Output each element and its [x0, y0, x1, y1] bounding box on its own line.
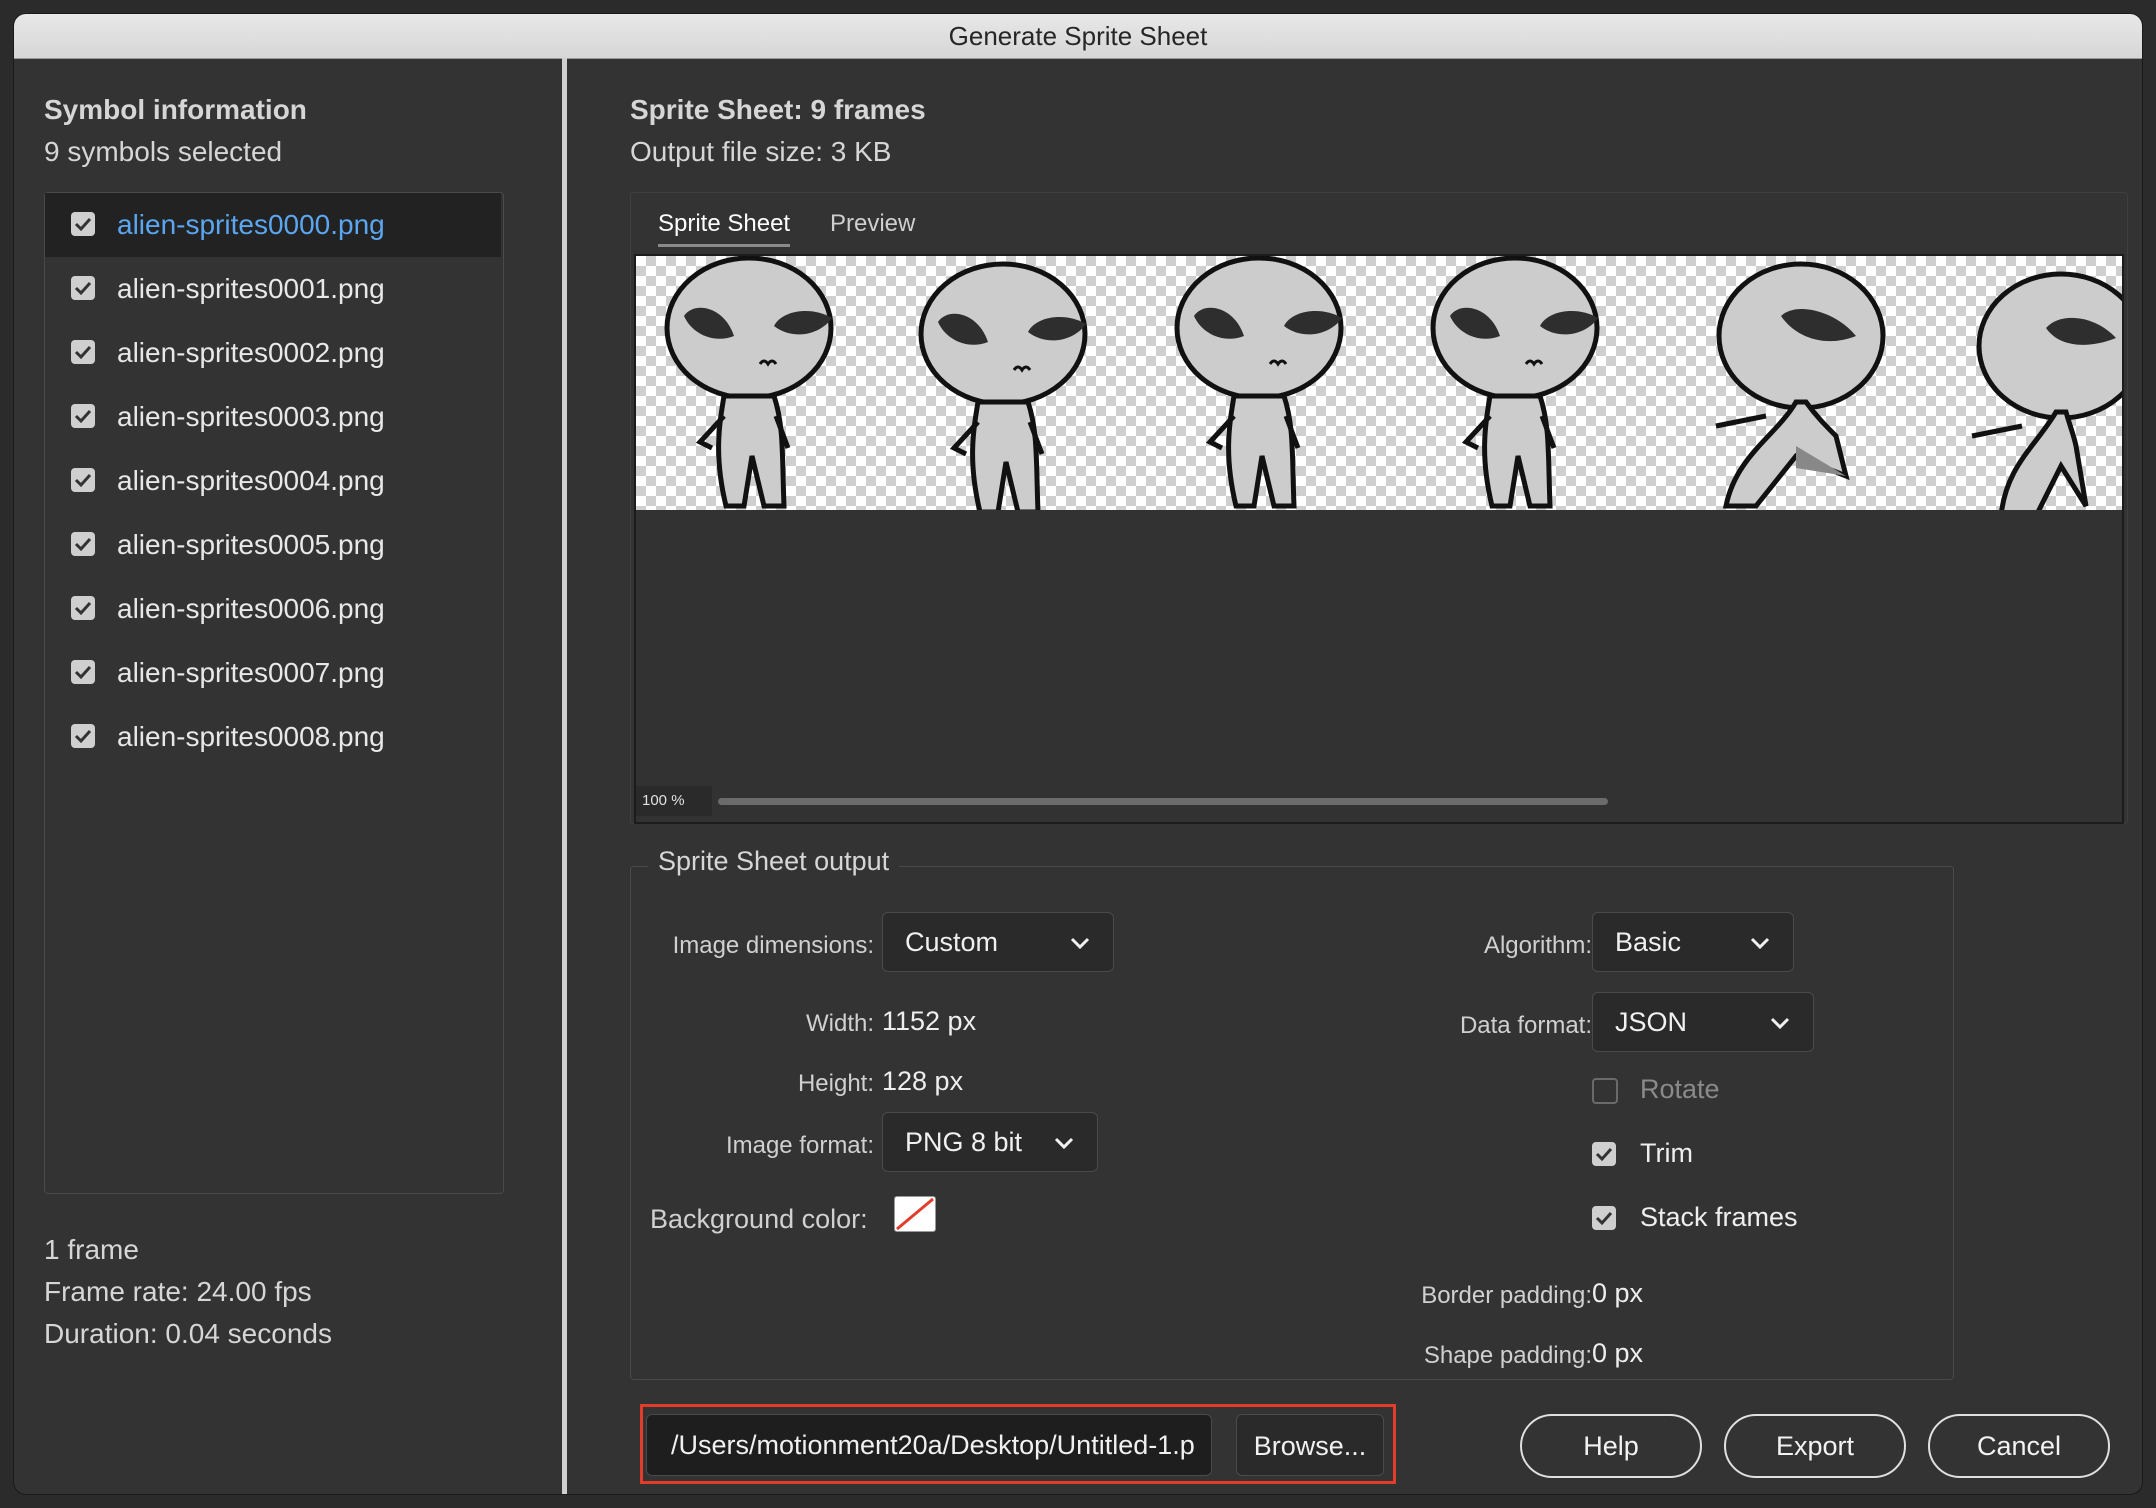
sprite-sheet-output-title: Sprite Sheet output — [648, 846, 900, 877]
list-item-label: alien-sprites0004.png — [117, 465, 385, 496]
checkbox-checked-icon[interactable] — [71, 532, 95, 556]
list-item[interactable]: alien-sprites0007.png — [45, 641, 501, 705]
list-item[interactable]: alien-sprites0006.png — [45, 577, 501, 641]
chevron-down-icon — [1769, 1013, 1791, 1038]
checkbox-checked-icon[interactable] — [71, 404, 95, 428]
rotate-checkbox[interactable] — [1592, 1078, 1618, 1104]
chevron-down-icon — [1069, 933, 1091, 958]
data-format-label: Data format: — [1459, 1012, 1592, 1039]
list-item[interactable]: alien-sprites0005.png — [45, 513, 501, 577]
image-format-dropdown[interactable]: PNG 8 bit — [882, 1112, 1098, 1172]
height-label: Height: — [797, 1070, 874, 1097]
tab-preview[interactable]: Preview — [830, 210, 915, 238]
checkbox-checked-icon[interactable] — [71, 468, 95, 492]
image-format-value: PNG 8 bit — [905, 1127, 1023, 1157]
list-item[interactable]: alien-sprites0000.png — [45, 193, 501, 257]
border-padding-label: Border padding: — [1421, 1282, 1592, 1309]
image-dimensions-value: Custom — [905, 927, 999, 957]
trim-checkbox[interactable] — [1592, 1142, 1616, 1166]
list-item[interactable]: alien-sprites0008.png — [45, 705, 501, 769]
chevron-down-icon — [1053, 1133, 1075, 1158]
symbol-info-heading: Symbol information — [44, 94, 307, 125]
image-dimensions-label: Image dimensions: — [672, 932, 874, 959]
horizontal-scrollbar[interactable] — [718, 798, 1608, 805]
rotate-label: Rotate — [1640, 1074, 1720, 1104]
list-item-label: alien-sprites0005.png — [117, 529, 385, 560]
list-item-label: alien-sprites0000.png — [117, 209, 385, 240]
sprite-canvas[interactable]: 100 % — [634, 254, 2124, 824]
frame-count-text: 1 frame — [44, 1234, 139, 1265]
algorithm-value: Basic — [1615, 927, 1682, 957]
symbols-selected-text: 9 symbols selected — [44, 136, 283, 167]
checkbox-checked-icon[interactable] — [71, 340, 95, 364]
list-item-label: alien-sprites0003.png — [117, 401, 385, 432]
image-dimensions-dropdown[interactable]: Custom — [882, 912, 1114, 972]
window-title: Generate Sprite Sheet — [14, 14, 2142, 59]
help-button[interactable]: Help — [1520, 1414, 1702, 1478]
list-item-label: alien-sprites0007.png — [117, 657, 385, 688]
highlight-box — [640, 1404, 1396, 1484]
checkbox-checked-icon[interactable] — [71, 724, 95, 748]
alien-sprites-image — [636, 256, 2122, 510]
background-color-label: Background color: — [650, 1204, 868, 1234]
list-item[interactable]: alien-sprites0003.png — [45, 385, 501, 449]
data-format-dropdown[interactable]: JSON — [1592, 992, 1814, 1052]
list-item-label: alien-sprites0002.png — [117, 337, 385, 368]
dialog-window: Generate Sprite Sheet Symbol information… — [14, 14, 2142, 1494]
output-file-size: Output file size: 3 KB — [630, 136, 892, 167]
shape-padding-label: Shape padding: — [1423, 1342, 1592, 1369]
chevron-down-icon — [1749, 933, 1771, 958]
export-button[interactable]: Export — [1724, 1414, 1906, 1478]
shape-padding-value[interactable]: 0 px — [1592, 1338, 1643, 1369]
sprite-sheet-heading: Sprite Sheet: 9 frames — [630, 94, 926, 125]
checkbox-checked-icon[interactable] — [71, 660, 95, 684]
zoom-level: 100 % — [636, 786, 712, 816]
image-format-label: Image format: — [725, 1132, 874, 1159]
duration-text: Duration: 0.04 seconds — [44, 1318, 332, 1349]
symbol-list: alien-sprites0000.png alien-sprites0001.… — [44, 192, 504, 1194]
trim-label: Trim — [1640, 1138, 1693, 1168]
height-value: 128 px — [882, 1066, 964, 1096]
list-item-label: alien-sprites0001.png — [117, 273, 385, 304]
panel-divider[interactable] — [562, 58, 567, 1494]
data-format-value: JSON — [1615, 1007, 1688, 1037]
background-color-swatch[interactable] — [894, 1196, 936, 1232]
stack-frames-label: Stack frames — [1640, 1202, 1798, 1232]
frame-rate-text: Frame rate: 24.00 fps — [44, 1276, 312, 1307]
list-item[interactable]: alien-sprites0004.png — [45, 449, 501, 513]
list-item-label: alien-sprites0006.png — [117, 593, 385, 624]
algorithm-label: Algorithm: — [1483, 932, 1592, 959]
checkbox-checked-icon[interactable] — [71, 276, 95, 300]
tab-sprite-sheet[interactable]: Sprite Sheet — [658, 210, 791, 247]
list-item[interactable]: alien-sprites0001.png — [45, 257, 501, 321]
list-item-label: alien-sprites0008.png — [117, 721, 385, 752]
checkbox-checked-icon[interactable] — [71, 596, 95, 620]
algorithm-dropdown[interactable]: Basic — [1592, 912, 1794, 972]
sprite-strip-image — [636, 256, 2122, 510]
list-item[interactable]: alien-sprites0002.png — [45, 321, 501, 385]
border-padding-value[interactable]: 0 px — [1592, 1278, 1643, 1309]
width-label: Width: — [805, 1010, 874, 1037]
cancel-button[interactable]: Cancel — [1928, 1414, 2110, 1478]
width-value: 1152 px — [882, 1006, 977, 1036]
stack-frames-checkbox[interactable] — [1592, 1206, 1616, 1230]
checkbox-checked-icon[interactable] — [71, 212, 95, 236]
